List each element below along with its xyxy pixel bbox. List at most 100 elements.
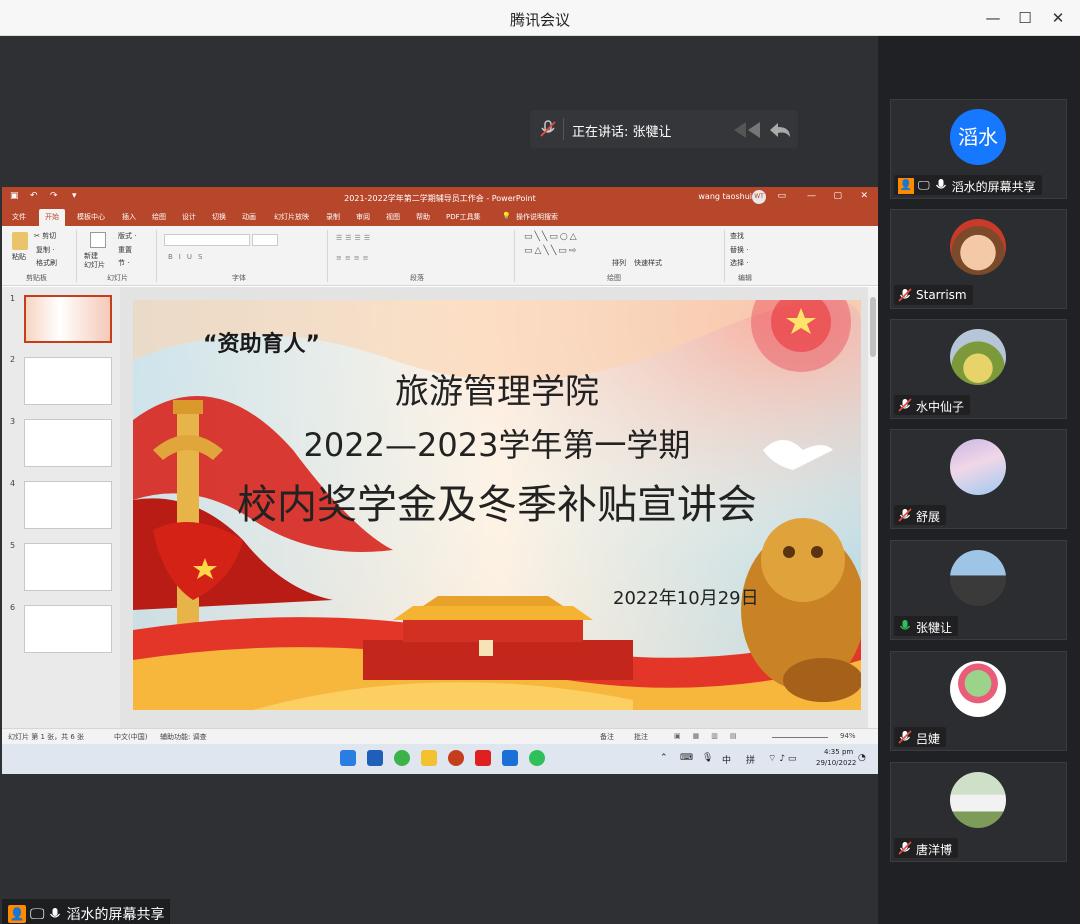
tray-mic-icon[interactable]: 🎙 [702, 753, 713, 763]
tab-home[interactable]: 开始 [39, 209, 65, 226]
layout-button[interactable]: 版式 · [118, 231, 136, 241]
maximize-button[interactable]: ☐ [1012, 6, 1038, 30]
font-name-input[interactable] [164, 234, 250, 246]
slide-thumbnail-2[interactable] [24, 357, 112, 405]
tab-templates[interactable]: 模板中心 [77, 212, 105, 222]
notification-icon[interactable]: ◔ [858, 753, 866, 763]
file-explorer-icon[interactable] [421, 750, 437, 766]
select-button[interactable]: 选择 · [730, 258, 748, 268]
participant-avatar: 滔水 [950, 109, 1006, 165]
ppt-close-icon[interactable]: ✕ [860, 191, 868, 201]
new-slide-button[interactable]: 新建 幻灯片 [84, 252, 105, 270]
ppt-ribbon: 粘贴 ✂ 剪切 复制 · 格式刷 剪贴板 新建 幻灯片 版式 · 重置 节 · … [2, 226, 878, 286]
task-view-icon[interactable] [367, 750, 383, 766]
annotation-arrows-icon[interactable] [732, 120, 792, 140]
reset-button[interactable]: 重置 [118, 245, 132, 255]
participant-card[interactable]: Starrism [890, 209, 1067, 309]
tab-pdf[interactable]: PDF工具集 [446, 212, 481, 222]
tab-insert[interactable]: 插入 [122, 212, 136, 222]
thumb-number: 4 [10, 479, 16, 488]
divider [563, 118, 564, 140]
shapes-gallery-row2[interactable]: ▭△╲╲▭⇨ [524, 246, 578, 256]
quick-styles-button[interactable]: 快速样式 [634, 258, 662, 268]
tab-draw[interactable]: 绘图 [152, 212, 166, 222]
participant-card[interactable]: 水中仙子 [890, 319, 1067, 419]
language-status[interactable]: 中文(中国) [114, 732, 147, 742]
ppt-user-name: wang taoshui [698, 192, 752, 201]
tab-record[interactable]: 录制 [326, 212, 340, 222]
tab-view[interactable]: 视图 [386, 212, 400, 222]
slide-thumbnail-1[interactable] [24, 295, 112, 343]
slide-scrollbar[interactable] [868, 287, 878, 731]
mic-muted-icon [540, 120, 556, 137]
replace-button[interactable]: 替换 · [730, 245, 748, 255]
participant-card[interactable]: 滔水 👤 🖵 滔水的屏幕共享 [890, 99, 1067, 199]
view-buttons[interactable]: ▣▦▥▤ [674, 732, 748, 740]
notes-button[interactable]: 备注 [600, 732, 614, 742]
tencent-meeting-icon[interactable] [502, 750, 518, 766]
slide-counter: 幻灯片 第 1 张，共 6 张 [8, 733, 85, 741]
arrange-button[interactable]: 排列 [612, 258, 626, 268]
zoom-slider[interactable] [772, 737, 828, 738]
group-slides: 幻灯片 [107, 274, 128, 282]
windows-start-icon[interactable] [340, 750, 356, 766]
ribbon-display-icon[interactable]: ▭ [777, 191, 786, 201]
participant-name-tag: Starrism [894, 285, 973, 305]
find-button[interactable]: 查找 [730, 231, 744, 241]
close-button[interactable]: ✕ [1045, 6, 1071, 30]
lightbulb-icon: 💡 [502, 212, 511, 220]
slide-thumbnail-4[interactable] [24, 481, 112, 529]
paragraph-buttons[interactable]: ☰☰☰☰ [336, 234, 373, 242]
input-method[interactable]: 拼 [746, 753, 755, 766]
slide-thumbnail-5[interactable] [24, 543, 112, 591]
clock-time[interactable]: 4:35 pm [824, 748, 853, 756]
keyboard-icon[interactable]: ⌨ [680, 753, 693, 763]
network-volume-icons[interactable]: ⌔ ♪ ▭ [768, 753, 796, 764]
ppt-restore-icon[interactable]: ▢ [833, 191, 842, 201]
tell-me-search[interactable]: 操作说明搜索 [516, 212, 558, 222]
zoom-level[interactable]: 94% [840, 732, 856, 740]
participant-avatar [950, 661, 1006, 717]
tab-file[interactable]: 文件 [12, 212, 26, 222]
participant-card[interactable]: 吕婕 [890, 651, 1067, 751]
powerpoint-icon[interactable] [448, 750, 464, 766]
accessibility-status[interactable]: 辅助功能: 调查 [160, 732, 207, 742]
tray-chevron-icon[interactable]: ⌃ [660, 753, 668, 763]
new-slide-icon[interactable] [90, 232, 106, 248]
shapes-gallery[interactable]: ▭╲╲▭○△ [524, 232, 579, 242]
input-language[interactable]: 中 [722, 753, 731, 766]
participant-name-tag: 吕婕 [894, 727, 947, 747]
slide-date: 2022年10月29日 [613, 588, 759, 609]
tab-animations[interactable]: 动画 [242, 212, 256, 222]
font-style-buttons[interactable]: BIUS [168, 253, 208, 261]
tab-design[interactable]: 设计 [182, 212, 196, 222]
tab-slideshow[interactable]: 幻灯片放映 [274, 212, 309, 222]
minimize-button[interactable]: — [980, 6, 1006, 30]
font-size-input[interactable] [252, 234, 278, 246]
tab-review[interactable]: 审阅 [356, 212, 370, 222]
cut-button[interactable]: ✂ 剪切 [34, 231, 56, 241]
clock-date[interactable]: 29/10/2022 [816, 759, 856, 767]
slide-thumbnail-6[interactable] [24, 605, 112, 653]
ppt-minimize-icon[interactable]: — [807, 191, 816, 201]
wechat-icon[interactable] [529, 750, 545, 766]
slide-thumbnail-3[interactable] [24, 419, 112, 467]
wps-icon[interactable] [475, 750, 491, 766]
copy-button[interactable]: 复制 · [36, 245, 54, 255]
paste-button[interactable]: 粘贴 [12, 252, 26, 262]
ppt-user-avatar[interactable]: WT [752, 190, 766, 204]
paste-icon[interactable] [12, 232, 28, 250]
participant-card[interactable]: 张犍让 [890, 540, 1067, 640]
tab-transitions[interactable]: 切换 [212, 212, 226, 222]
align-buttons[interactable]: ≡≡≡≡ [336, 254, 371, 262]
participant-card[interactable]: 唐洋博 [890, 762, 1067, 862]
ppt-status-bar: 幻灯片 第 1 张，共 6 张 中文(中国) 辅助功能: 调查 备注 批注 ▣▦… [2, 728, 878, 744]
section-button[interactable]: 节 · [118, 258, 129, 268]
current-slide[interactable]: “资助育人” 旅游管理学院 2022—2023学年第一学期 校内奖学金及冬季补贴… [133, 300, 861, 710]
comments-button[interactable]: 批注 [634, 732, 648, 742]
participant-name-tag: 舒展 [894, 505, 947, 525]
format-painter-button[interactable]: 格式刷 [36, 258, 57, 268]
tab-help[interactable]: 帮助 [416, 212, 430, 222]
browser-icon[interactable] [394, 750, 410, 766]
participant-card[interactable]: 舒展 [890, 429, 1067, 529]
